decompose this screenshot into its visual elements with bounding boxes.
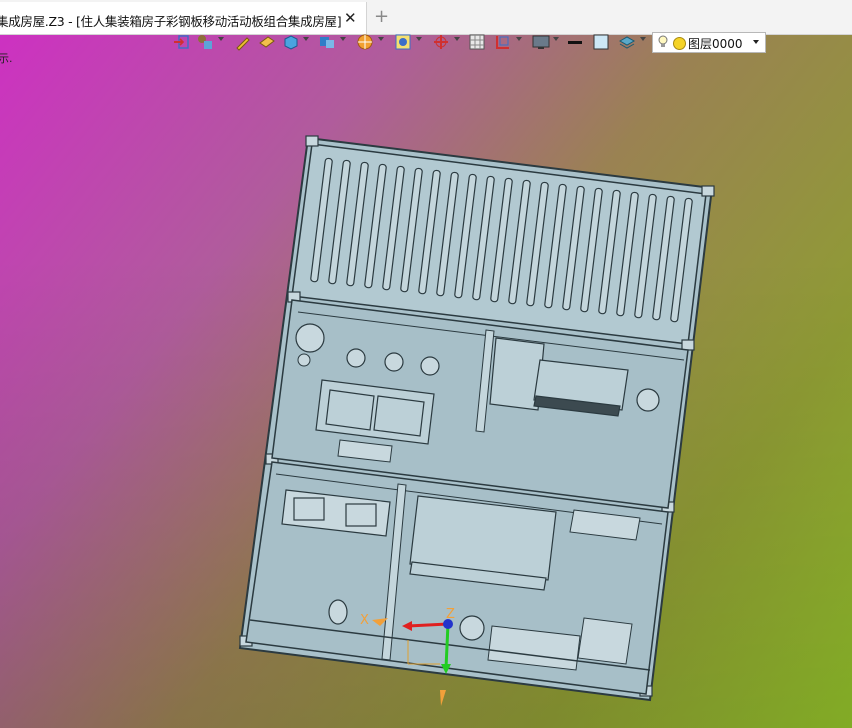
plant [636,388,660,412]
layer-dropdown-icon[interactable] [753,40,759,44]
status-fragment: 示. [0,52,13,65]
z-axis-label: Z [446,607,455,622]
orient-icon[interactable] [494,33,512,51]
display-dropdown-icon[interactable] [553,37,559,41]
new-tab-icon[interactable]: + [374,6,389,27]
pen-icon[interactable] [234,33,252,51]
section-icon[interactable] [356,33,374,51]
x-axis-label: X [360,613,369,628]
tab-title: 集成房屋.Z3 - [住人集装箱房子彩钢板移动活动板组合集成房屋] [0,14,342,29]
rotate-dropdown-icon[interactable] [454,37,460,41]
color-swatch-icon[interactable] [592,33,610,51]
view-toolbar: 图层0000 [168,31,768,53]
bed [409,495,557,591]
section-dropdown-icon[interactable] [378,37,384,41]
close-tab-icon[interactable]: ✕ [344,9,357,27]
orient-dropdown-icon[interactable] [516,37,522,41]
eraser-icon[interactable] [258,33,276,51]
view-dropdown-icon[interactable] [416,37,422,41]
rotate-icon[interactable] [432,33,450,51]
cabinet [577,617,633,665]
solid-dropdown-icon[interactable] [303,37,309,41]
render-mode-icon[interactable] [318,33,336,51]
exit-icon[interactable] [172,33,190,51]
layer-stack-icon[interactable] [618,33,636,51]
pick-filter-icon[interactable] [196,33,214,51]
document-tab[interactable]: 集成房屋.Z3 - [住人集装箱房子彩钢板移动活动板组合集成房屋] ✕ [0,2,367,34]
lightbulb-icon[interactable] [657,35,669,52]
document-tab-bar: 集成房屋.Z3 - [住人集装箱房子彩钢板移动活动板组合集成房屋] ✕ + [0,0,852,35]
round-table [295,323,325,353]
layer-color-icon [673,37,686,50]
render-dropdown-icon[interactable] [340,37,346,41]
solid-box-icon[interactable] [282,33,300,51]
layer-selector[interactable]: 图层0000 [652,32,766,53]
layer-name: 图层0000 [688,37,743,51]
view-icon[interactable] [394,33,412,51]
pick-filter-dropdown-icon[interactable] [218,37,224,41]
display-icon[interactable] [532,33,550,51]
toilet [328,599,348,625]
layer-stack-dropdown-icon[interactable] [640,37,646,41]
grid-icon[interactable] [468,33,486,51]
line-weight-icon[interactable] [566,33,584,51]
3d-viewport[interactable]: X Z [0,0,852,728]
container-house-model[interactable]: X Z [0,0,852,728]
